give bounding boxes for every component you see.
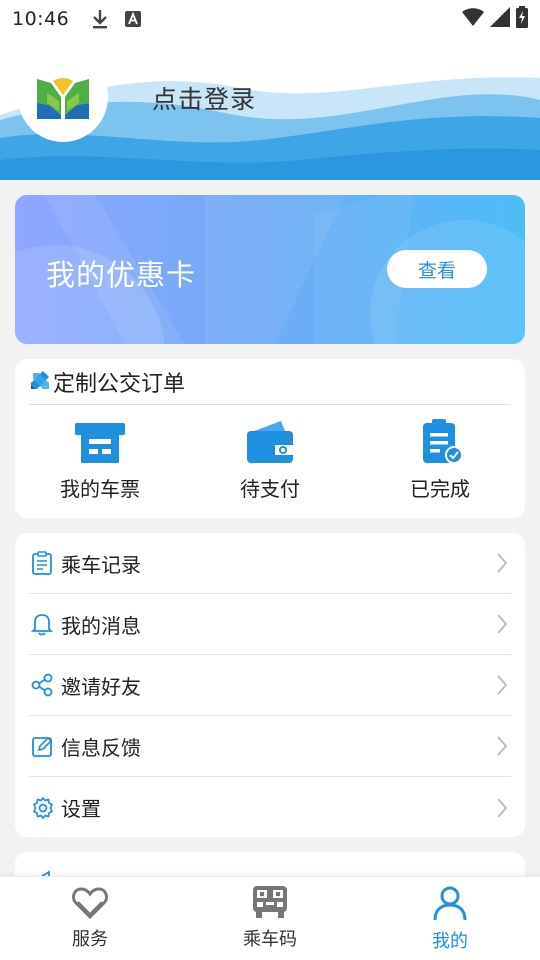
order-panel-header: 定制公交订单 [29,359,511,405]
clipboard-icon [31,551,55,575]
signal-icon [490,6,510,32]
nav-label: 我的 [432,931,468,952]
nav-label: 乘车码 [243,929,297,950]
pencil-ruler-icon [29,369,51,395]
menu-item-label: 我的消息 [61,613,141,638]
menu-item-label: 乘车记录 [61,552,141,577]
order-panel-title: 定制公交订单 [53,371,186,397]
heart-icon [72,885,108,923]
order-shortcuts: 我的车票 待支付 已完成 [15,419,525,502]
menu-item-invite-friends[interactable]: 邀请好友 [29,655,511,716]
chevron-right-icon [495,797,509,819]
completed-label: 已完成 [410,477,470,501]
wallet-icon [245,419,295,469]
my-tickets-shortcut[interactable]: 我的车票 [35,419,165,502]
app-logo-icon [35,75,91,119]
completed-shortcut[interactable]: 已完成 [375,419,505,502]
battery-icon [516,5,528,33]
menu-item-my-messages[interactable]: 我的消息 [29,594,511,655]
bell-icon [31,612,55,636]
login-prompt[interactable]: 点击登录 [152,80,256,116]
chevron-right-icon [495,735,509,757]
ticket-icon [75,419,125,469]
chevron-right-icon [495,674,509,696]
wifi-icon [462,7,484,31]
menu-item-label: 信息反馈 [61,735,141,760]
menu-item-label: 设置 [61,797,101,821]
menu-item-label: 邀请好友 [61,674,141,699]
nav-label: 服务 [72,929,108,950]
share-icon [31,673,55,697]
clipboard-check-icon [415,419,465,469]
menu-list: 乘车记录 我的消息 邀请好友 信息反馈 设置 [15,533,525,837]
menu-item-ride-records[interactable]: 乘车记录 [29,533,511,594]
download-icon [91,9,111,29]
pending-payment-label: 待支付 [240,477,300,501]
bottom-navigation: 服务 乘车码 我的 [0,876,540,960]
custom-bus-orders-panel: 定制公交订单 我的车票 待支付 已完成 [15,359,525,518]
chevron-right-icon [495,613,509,635]
bus-qr-icon [252,885,288,923]
nav-tab-mine[interactable]: 我的 [390,885,510,953]
gear-icon [31,796,55,820]
pending-payment-shortcut[interactable]: 待支付 [205,419,335,502]
nav-tab-ride-code[interactable]: 乘车码 [210,885,330,951]
chevron-right-icon [495,552,509,574]
status-bar: 10:46 [0,0,540,38]
nav-tab-service[interactable]: 服务 [30,885,150,951]
coupon-card[interactable]: 我的优惠卡 查看 [15,195,525,344]
edit-icon [31,734,55,758]
view-coupon-button[interactable]: 查看 [387,250,487,288]
my-tickets-label: 我的车票 [60,477,140,501]
menu-item-settings[interactable]: 设置 [29,777,511,838]
avatar[interactable] [18,52,108,142]
menu-item-feedback[interactable]: 信息反馈 [29,716,511,777]
text-icon [125,9,145,29]
status-time: 10:46 [12,8,70,30]
coupon-title: 我的优惠卡 [46,258,197,292]
user-icon [432,885,468,925]
